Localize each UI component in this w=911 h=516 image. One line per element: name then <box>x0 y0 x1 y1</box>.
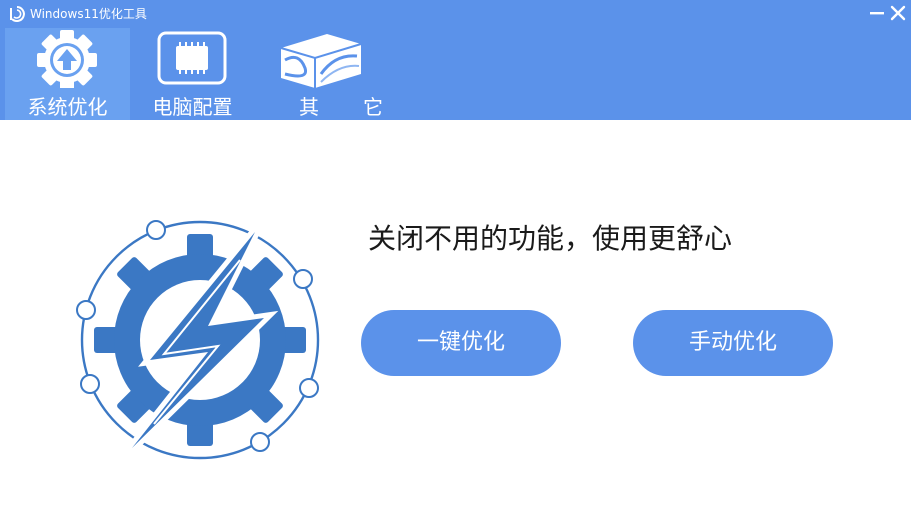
headline-text: 关闭不用的功能，使用更舒心 <box>368 222 733 255</box>
tab-label: 其它 <box>299 95 427 119</box>
tab-other[interactable]: 其它 <box>255 28 385 120</box>
one-click-optimize-button[interactable]: 一键优化 <box>361 310 561 376</box>
close-icon <box>890 5 906 21</box>
app-window: Windows11优化工具 系统优化 电脑配置 其它 关闭不用的功能，使用更舒心… <box>0 0 911 516</box>
tab-label: 系统优化 <box>27 95 108 119</box>
manual-optimize-button[interactable]: 手动优化 <box>633 310 833 376</box>
window-title: Windows11优化工具 <box>30 7 147 21</box>
app-logo-icon <box>10 6 25 22</box>
minimize-icon <box>870 12 884 15</box>
gear-upload-icon <box>37 30 97 88</box>
tab-label: 电脑配置 <box>152 95 233 119</box>
chip-icon <box>157 31 227 85</box>
gear-lightning-icon <box>76 220 320 460</box>
close-button[interactable] <box>887 2 909 24</box>
header-bar: Windows11优化工具 系统优化 电脑配置 其它 <box>0 0 911 120</box>
tab-system-optimize[interactable]: 系统优化 <box>5 28 130 120</box>
tab-pc-config[interactable]: 电脑配置 <box>130 28 255 120</box>
minimize-button[interactable] <box>866 2 888 24</box>
title-bar: Windows11优化工具 <box>0 0 911 28</box>
wave-box-icon <box>280 34 362 88</box>
